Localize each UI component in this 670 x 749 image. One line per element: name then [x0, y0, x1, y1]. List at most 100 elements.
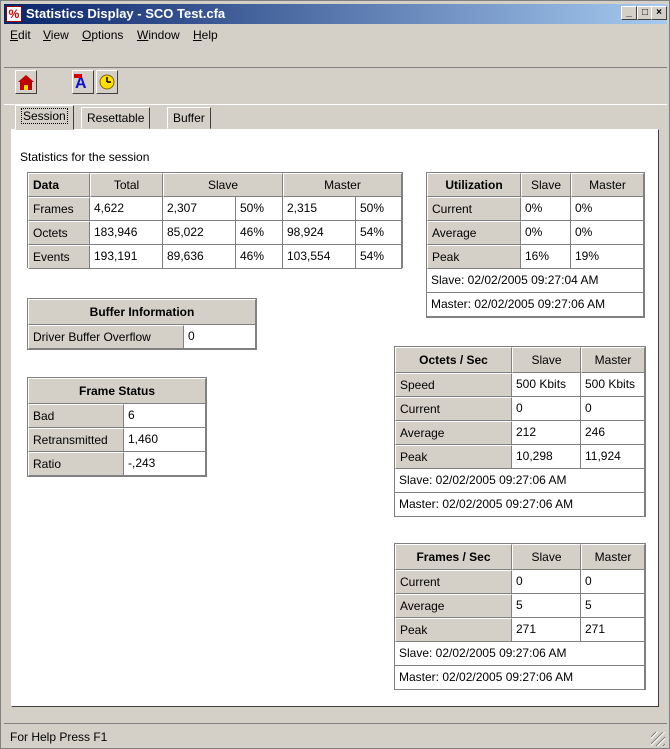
frames-cell: 5 [581, 594, 645, 618]
frames-cell: 0 [581, 570, 645, 594]
font-button[interactable]: A [72, 70, 94, 94]
octets-row-label: Current [395, 397, 512, 421]
frames-cell: 0 [512, 570, 581, 594]
data-row-label: Events [28, 245, 90, 269]
app-icon[interactable]: % [6, 6, 22, 22]
data-cell: 54% [356, 221, 402, 245]
octets-row-label: Speed [395, 373, 512, 397]
octets-cell: 500 Kbits [512, 373, 581, 397]
data-cell: 193,191 [90, 245, 163, 269]
frames-header-slave: Slave [512, 544, 581, 570]
frames-header-master: Master [581, 544, 645, 570]
octets-row-label: Peak [395, 445, 512, 469]
utilization-cell: 0% [521, 197, 571, 221]
data-cell: 50% [356, 197, 402, 221]
data-cell: 50% [236, 197, 283, 221]
frames-row-label: Current [395, 570, 512, 594]
frame-status-label: Bad [28, 404, 124, 428]
octets-cell: 11,924 [581, 445, 645, 469]
utilization-row-label: Current [427, 197, 521, 221]
title-bar[interactable]: % Statistics Display - SCO Test.cfa _ □ … [4, 4, 667, 24]
octets-cell: 212 [512, 421, 581, 445]
tab-buffer[interactable]: Buffer [167, 107, 211, 129]
tab-label: Session [21, 108, 68, 124]
menu-view[interactable]: View [43, 28, 69, 42]
utilization-slave-timestamp: Slave: 02/02/2005 09:27:04 AM [427, 269, 644, 293]
data-cell: 89,636 [163, 245, 236, 269]
utilization-cell: 0% [521, 221, 571, 245]
frame-status-value: 6 [124, 404, 206, 428]
data-cell: 85,022 [163, 221, 236, 245]
menu-options[interactable]: Options [82, 28, 123, 42]
close-button[interactable]: × [651, 6, 667, 20]
frame-status-label: Retransmitted [28, 428, 124, 452]
octets-slave-timestamp: Slave: 02/02/2005 09:27:06 AM [395, 469, 645, 493]
octets-cell: 10,298 [512, 445, 581, 469]
utilization-cell: 0% [571, 197, 644, 221]
frames-row-label: Average [395, 594, 512, 618]
utilization-row-label: Average [427, 221, 521, 245]
data-header-label: Data [28, 173, 90, 197]
utilization-cell: 19% [571, 245, 644, 269]
data-cell: 2,315 [283, 197, 356, 221]
octets-cell: 246 [581, 421, 645, 445]
window-title: Statistics Display - SCO Test.cfa [26, 6, 226, 21]
tab-session[interactable]: Session [15, 105, 74, 130]
clock-icon [99, 74, 115, 90]
frames-header-label: Frames / Sec [395, 544, 512, 570]
buffer-overflow-label: Driver Buffer Overflow [28, 325, 184, 349]
data-header-master: Master [283, 173, 402, 197]
data-row-label: Frames [28, 197, 90, 221]
frames-slave-timestamp: Slave: 02/02/2005 09:27:06 AM [395, 642, 645, 666]
utilization-row-label: Peak [427, 245, 521, 269]
utilization-cell: 16% [521, 245, 571, 269]
octets-header-slave: Slave [512, 347, 581, 373]
data-header-slave: Slave [163, 173, 283, 197]
frames-row-label: Peak [395, 618, 512, 642]
octets-master-timestamp: Master: 02/02/2005 09:27:06 AM [395, 493, 645, 517]
data-cell: 103,554 [283, 245, 356, 269]
octets-header-master: Master [581, 347, 645, 373]
data-cell: 98,924 [283, 221, 356, 245]
data-cell: 2,307 [163, 197, 236, 221]
utilization-header-master: Master [571, 173, 644, 197]
frames-cell: 5 [512, 594, 581, 618]
data-cell: 4,622 [90, 197, 163, 221]
tab-label: Buffer [173, 111, 205, 125]
buffer-overflow-value: 0 [184, 325, 256, 349]
octets-cell: 0 [581, 397, 645, 421]
menu-help[interactable]: Help [193, 28, 218, 42]
tab-label: Resettable [87, 111, 145, 125]
home-button[interactable] [15, 70, 37, 94]
octets-cell: 0 [512, 397, 581, 421]
utilization-header-slave: Slave [521, 173, 571, 197]
data-row-label: Octets [28, 221, 90, 245]
toolbar: A [4, 67, 667, 105]
data-cell: 183,946 [90, 221, 163, 245]
minimize-button[interactable]: _ [621, 6, 637, 20]
utilization-header-label: Utilization [427, 173, 521, 197]
timer-button[interactable] [96, 70, 118, 94]
frames-cell: 271 [581, 618, 645, 642]
octets-header-label: Octets / Sec [395, 347, 512, 373]
frames-master-timestamp: Master: 02/02/2005 09:27:06 AM [395, 666, 645, 690]
frame-status-label: Ratio [28, 452, 124, 476]
tab-resettable[interactable]: Resettable [81, 107, 151, 129]
resize-grip[interactable] [651, 732, 665, 746]
utilization-master-timestamp: Master: 02/02/2005 09:27:06 AM [427, 293, 644, 317]
menu-window[interactable]: Window [137, 28, 180, 42]
home-icon [18, 75, 34, 90]
app-window: % Statistics Display - SCO Test.cfa _ □ … [0, 0, 670, 749]
octets-row-label: Average [395, 421, 512, 445]
frames-cell: 271 [512, 618, 581, 642]
session-panel: Statistics for the session Data Total Sl… [11, 129, 659, 707]
font-icon: A [74, 74, 87, 92]
menu-edit[interactable]: Edit [10, 28, 31, 42]
buffer-info-title: Buffer Information [28, 299, 256, 325]
data-cell: 46% [236, 245, 283, 269]
frame-status-value: -,243 [124, 452, 206, 476]
status-text: For Help Press F1 [10, 730, 108, 744]
panel-caption: Statistics for the session [20, 150, 150, 164]
status-bar: For Help Press F1 [4, 723, 667, 748]
frame-status-value: 1,460 [124, 428, 206, 452]
